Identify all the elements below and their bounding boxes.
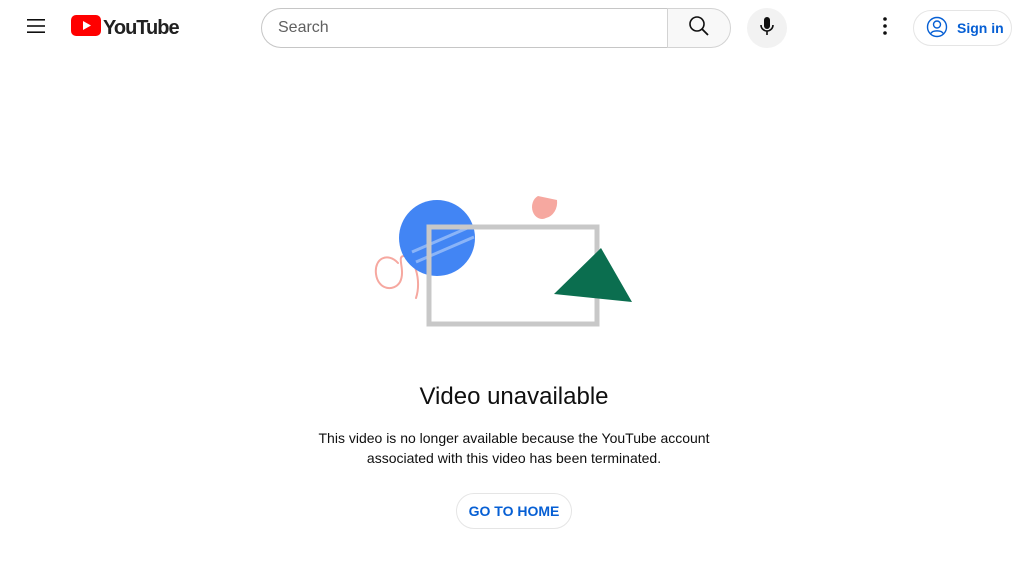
guide-menu-button[interactable] — [16, 8, 56, 48]
search-icon — [687, 14, 711, 43]
youtube-logo[interactable]: YouTube — [71, 15, 180, 41]
error-message: This video is no longer available becaus… — [318, 430, 710, 466]
logo-wordmark: YouTube — [103, 17, 180, 39]
masthead: YouTube Search Sign in — [0, 0, 1028, 56]
settings-button[interactable] — [865, 8, 905, 48]
video-unavailable-illustration — [370, 190, 638, 335]
error-title: Video unavailable — [419, 383, 609, 410]
search-input[interactable] — [278, 9, 658, 47]
microphone-icon — [755, 14, 779, 43]
sign-in-button[interactable]: Sign in — [913, 10, 1012, 46]
search-button[interactable] — [667, 8, 731, 48]
sign-in-label: Sign in — [957, 20, 1004, 36]
account-circle-icon — [925, 15, 949, 42]
more-vertical-icon — [873, 14, 897, 43]
go-to-home-button[interactable]: GO TO HOME — [456, 493, 572, 529]
hamburger-menu-icon — [24, 14, 48, 43]
youtube-play-icon — [71, 15, 101, 41]
voice-search-button[interactable] — [747, 8, 787, 48]
search-box — [261, 8, 668, 48]
